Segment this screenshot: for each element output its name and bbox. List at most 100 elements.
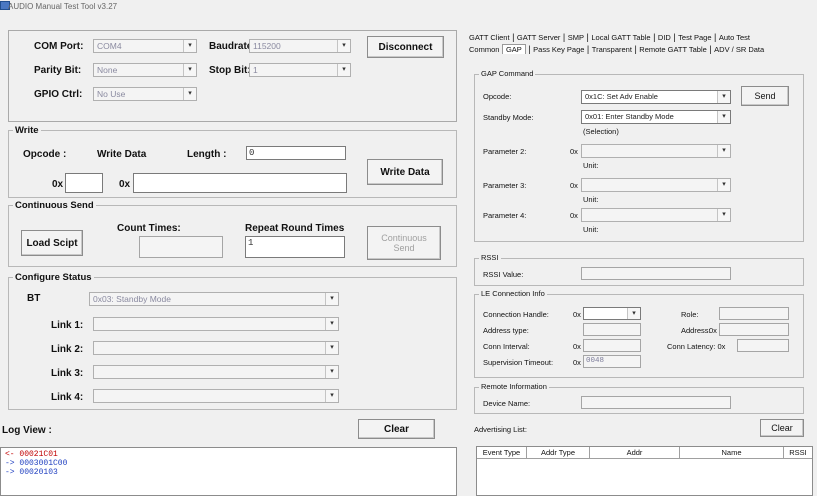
tab-test-page[interactable]: Test Page: [678, 33, 711, 42]
tab-auto-test[interactable]: Auto Test: [719, 33, 750, 42]
column-header-event-type[interactable]: Event Type: [477, 447, 527, 458]
tab-smp[interactable]: SMP: [568, 33, 584, 42]
opcode-label: Opcode :: [23, 149, 67, 160]
link-1-label: Link 1:: [51, 320, 84, 331]
tab-did[interactable]: DID: [658, 33, 671, 42]
rssi-group: RSSI RSSI Value:: [474, 253, 804, 286]
param-3-select[interactable]: ▾: [581, 178, 731, 192]
parity-label: Parity Bit:: [34, 65, 82, 76]
opcode-input[interactable]: [65, 173, 103, 193]
length-input[interactable]: 0: [246, 146, 346, 160]
param-4-unit: Unit:: [583, 225, 599, 234]
log-line: -> 0003001C00: [5, 459, 68, 468]
conn-interval-prefix: 0x: [573, 342, 581, 351]
window-title: AUDIO Manual Test Tool v3.27: [8, 2, 118, 11]
chevron-down-icon: ▾: [717, 91, 730, 103]
write-data-label: Write Data: [97, 149, 147, 160]
disconnect-button[interactable]: Disconnect: [367, 36, 444, 58]
log-line: <- 00021C01: [5, 450, 58, 459]
tab-pass-key-page[interactable]: Pass Key Page: [533, 45, 584, 54]
role-label: Role:: [681, 310, 699, 319]
opcode-prefix: 0x: [52, 179, 64, 190]
parity-select[interactable]: None ▾: [93, 63, 197, 77]
chevron-down-icon: ▾: [325, 318, 338, 330]
tab-adv-sr-data[interactable]: ADV / SR Data: [714, 45, 764, 54]
bt-label: BT: [27, 293, 41, 304]
conn-handle-label: Connection Handle:: [483, 310, 549, 319]
link-2-select[interactable]: ▾: [93, 341, 339, 355]
link-1-select[interactable]: ▾: [93, 317, 339, 331]
tab-gap[interactable]: GAP: [501, 44, 526, 54]
bt-status-select[interactable]: 0x03: Standby Mode ▾: [89, 292, 339, 306]
address-type-label: Address type:: [483, 326, 529, 335]
gpio-select[interactable]: No Use ▾: [93, 87, 197, 101]
column-header-rssi[interactable]: RSSI: [784, 447, 812, 458]
column-header-name[interactable]: Name: [680, 447, 784, 458]
address-field: [719, 323, 789, 336]
gap-opcode-select[interactable]: 0x1C: Set Adv Enable ▾: [581, 90, 731, 104]
address-type-field: [583, 323, 641, 336]
repeat-round-label: Repeat Round Times: [245, 223, 345, 234]
le-connection-title: LE Connection Info: [479, 289, 547, 298]
stop-bit-select[interactable]: 1 ▾: [249, 63, 351, 77]
conn-interval-label: Conn Interval:: [483, 342, 530, 351]
advertising-clear-button[interactable]: Clear: [760, 419, 804, 437]
remote-info-title: Remote Information: [479, 382, 549, 391]
tab-gatt-server[interactable]: GATT Server: [517, 33, 560, 42]
baudrate-select[interactable]: 115200 ▾: [249, 39, 351, 53]
write-data-button[interactable]: Write Data: [367, 159, 443, 185]
link-3-select[interactable]: ▾: [93, 365, 339, 379]
param-2-prefix: 0x: [570, 147, 578, 156]
tab-gatt-client[interactable]: GATT Client: [469, 33, 510, 42]
tab-remote-gatt-table[interactable]: Remote GATT Table: [639, 45, 707, 54]
log-clear-button[interactable]: Clear: [358, 419, 435, 439]
param-2-select[interactable]: ▾: [581, 144, 731, 158]
standby-note: (Selection): [583, 127, 619, 136]
log-line: -> 00020103: [5, 468, 58, 477]
supervision-timeout-label: Supervision Timeout:: [483, 358, 554, 367]
tab-local-gatt-table[interactable]: Local GATT Table: [591, 33, 650, 42]
standby-mode-select[interactable]: 0x01: Enter Standby Mode ▾: [581, 110, 731, 124]
chevron-down-icon: ▾: [337, 40, 350, 52]
standby-mode-label: Standby Mode:: [483, 113, 534, 122]
continuous-send-group: Continuous Send Load Scipt Count Times: …: [8, 200, 457, 267]
param-2-label: Parameter 2:: [483, 147, 527, 156]
advertising-list-title: Advertising List:: [474, 425, 527, 434]
tab-common[interactable]: Common: [469, 45, 499, 54]
count-times-input[interactable]: [139, 236, 223, 258]
conn-latency-label: Conn Latency: 0x: [667, 342, 726, 351]
address-label: Address:: [681, 326, 711, 335]
gap-opcode-label: Opcode:: [483, 92, 512, 101]
chevron-down-icon: ▾: [717, 111, 730, 123]
device-name-field: [581, 396, 731, 409]
supervision-timeout-field: 0048: [583, 355, 641, 368]
continuous-send-button[interactable]: Continuous Send: [367, 226, 441, 260]
conn-handle-select[interactable]: ▾: [583, 307, 641, 320]
conn-latency-field: [737, 339, 789, 352]
column-header-addr-type[interactable]: Addr Type: [527, 447, 590, 458]
advertising-list[interactable]: Event Type Addr Type Addr Name RSSI: [476, 446, 813, 496]
conn-handle-prefix: 0x: [573, 310, 581, 319]
load-script-button[interactable]: Load Scipt: [21, 230, 83, 256]
count-times-label: Count Times:: [117, 223, 181, 234]
supervision-timeout-prefix: 0x: [573, 358, 581, 367]
chevron-down-icon: ▾: [627, 308, 640, 319]
gap-send-button[interactable]: Send: [741, 86, 789, 106]
write-data-input[interactable]: [133, 173, 347, 193]
param-4-select[interactable]: ▾: [581, 208, 731, 222]
le-connection-group: LE Connection Info Connection Handle: 0x…: [474, 289, 804, 378]
chevron-down-icon: ▾: [717, 209, 730, 221]
com-port-select[interactable]: COM4 ▾: [93, 39, 197, 53]
chevron-down-icon: ▾: [717, 145, 730, 157]
write-group-title: Write: [13, 125, 41, 136]
link-4-select[interactable]: ▾: [93, 389, 339, 403]
chevron-down-icon: ▾: [325, 342, 338, 354]
chevron-down-icon: ▾: [717, 179, 730, 191]
gpio-label: GPIO Ctrl:: [34, 89, 83, 100]
gap-command-group: GAP Command Opcode: 0x1C: Set Adv Enable…: [474, 69, 804, 242]
param-4-prefix: 0x: [570, 211, 578, 220]
column-header-addr[interactable]: Addr: [590, 447, 680, 458]
tab-transparent[interactable]: Transparent: [592, 45, 632, 54]
repeat-round-input[interactable]: 1: [245, 236, 345, 258]
conn-interval-field: [583, 339, 641, 352]
